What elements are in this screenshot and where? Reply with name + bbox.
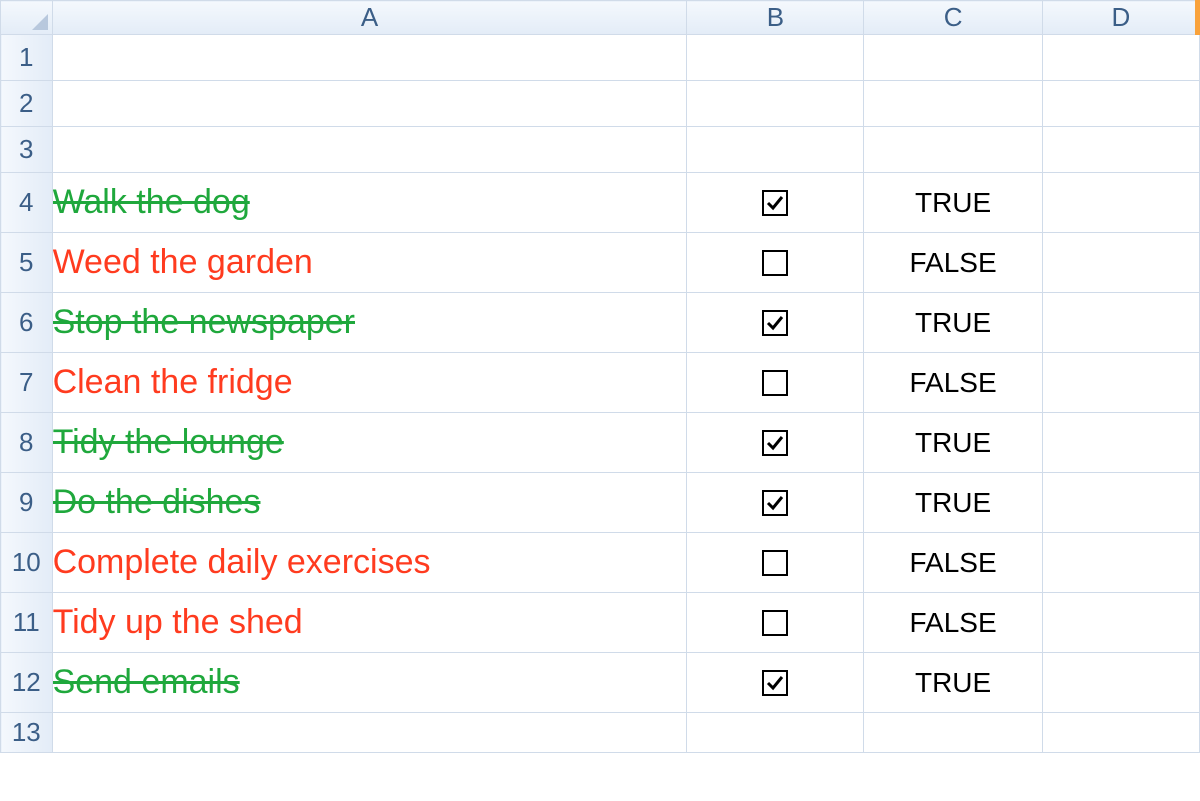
- row-header-2[interactable]: 2: [1, 81, 53, 127]
- select-all-corner[interactable]: [1, 1, 53, 35]
- cell-D5[interactable]: [1042, 233, 1199, 293]
- cell-B6[interactable]: [687, 293, 864, 353]
- cell-B3[interactable]: [687, 127, 864, 173]
- row-header-5[interactable]: 5: [1, 233, 53, 293]
- cell-C2[interactable]: [864, 81, 1042, 127]
- cell-C7[interactable]: FALSE: [864, 353, 1042, 413]
- row-header-9[interactable]: 9: [1, 473, 53, 533]
- cell-C4[interactable]: TRUE: [864, 173, 1042, 233]
- cell-D3[interactable]: [1042, 127, 1199, 173]
- cell-A10[interactable]: Complete daily exercises: [52, 533, 687, 593]
- linked-value: FALSE: [910, 367, 997, 398]
- cell-B1[interactable]: [687, 35, 864, 81]
- cell-A8[interactable]: Tidy the lounge: [52, 413, 687, 473]
- cell-C6[interactable]: TRUE: [864, 293, 1042, 353]
- linked-value: TRUE: [915, 667, 991, 698]
- cell-B5[interactable]: [687, 233, 864, 293]
- cell-C5[interactable]: FALSE: [864, 233, 1042, 293]
- cell-C10[interactable]: FALSE: [864, 533, 1042, 593]
- cell-B13[interactable]: [687, 713, 864, 753]
- col-header-C[interactable]: C: [864, 1, 1042, 35]
- cell-D10[interactable]: [1042, 533, 1199, 593]
- cell-B12[interactable]: [687, 653, 864, 713]
- row-header-10[interactable]: 10: [1, 533, 53, 593]
- col-header-B[interactable]: B: [687, 1, 864, 35]
- task-text: Do the dishes: [53, 483, 261, 521]
- cell-B7[interactable]: [687, 353, 864, 413]
- linked-value: TRUE: [915, 307, 991, 338]
- cell-D7[interactable]: [1042, 353, 1199, 413]
- cell-B11[interactable]: [687, 593, 864, 653]
- cell-C13[interactable]: [864, 713, 1042, 753]
- task-text: Stop the newspaper: [53, 303, 355, 341]
- row-header-4[interactable]: 4: [1, 173, 53, 233]
- task-checkbox[interactable]: [762, 430, 788, 456]
- linked-value: FALSE: [910, 607, 997, 638]
- cell-A4[interactable]: Walk the dog: [52, 173, 687, 233]
- task-text: Send emails: [53, 663, 240, 701]
- cell-A9[interactable]: Do the dishes: [52, 473, 687, 533]
- linked-value: TRUE: [915, 187, 991, 218]
- cell-B9[interactable]: [687, 473, 864, 533]
- spreadsheet-grid[interactable]: A B C D 1 2 3 4: [0, 0, 1200, 753]
- cell-A6[interactable]: Stop the newspaper: [52, 293, 687, 353]
- cell-D2[interactable]: [1042, 81, 1199, 127]
- cell-C1[interactable]: [864, 35, 1042, 81]
- cell-D9[interactable]: [1042, 473, 1199, 533]
- task-checkbox[interactable]: [762, 670, 788, 696]
- col-header-A[interactable]: A: [52, 1, 687, 35]
- task-text: Weed the garden: [53, 243, 313, 281]
- cell-D12[interactable]: [1042, 653, 1199, 713]
- task-text: Walk the dog: [53, 183, 250, 221]
- cell-B4[interactable]: [687, 173, 864, 233]
- cell-C11[interactable]: FALSE: [864, 593, 1042, 653]
- cell-A1[interactable]: [52, 35, 687, 81]
- task-text: Complete daily exercises: [53, 543, 431, 581]
- cell-D13[interactable]: [1042, 713, 1199, 753]
- row-header-11[interactable]: 11: [1, 593, 53, 653]
- task-checkbox[interactable]: [762, 310, 788, 336]
- column-edge-indicator: [1195, 0, 1200, 35]
- row-header-13[interactable]: 13: [1, 713, 53, 753]
- row-header-1[interactable]: 1: [1, 35, 53, 81]
- task-checkbox[interactable]: [762, 490, 788, 516]
- task-checkbox[interactable]: [762, 370, 788, 396]
- linked-value: FALSE: [910, 547, 997, 578]
- row-header-12[interactable]: 12: [1, 653, 53, 713]
- task-text: Tidy up the shed: [53, 603, 303, 641]
- cell-D1[interactable]: [1042, 35, 1199, 81]
- cell-D4[interactable]: [1042, 173, 1199, 233]
- row-header-8[interactable]: 8: [1, 413, 53, 473]
- cell-C12[interactable]: TRUE: [864, 653, 1042, 713]
- linked-value: TRUE: [915, 427, 991, 458]
- cell-C9[interactable]: TRUE: [864, 473, 1042, 533]
- linked-value: FALSE: [910, 247, 997, 278]
- cell-B2[interactable]: [687, 81, 864, 127]
- cell-B8[interactable]: [687, 413, 864, 473]
- cell-D8[interactable]: [1042, 413, 1199, 473]
- cell-A12[interactable]: Send emails: [52, 653, 687, 713]
- task-checkbox[interactable]: [762, 190, 788, 216]
- task-checkbox[interactable]: [762, 610, 788, 636]
- task-checkbox[interactable]: [762, 250, 788, 276]
- row-header-6[interactable]: 6: [1, 293, 53, 353]
- cell-D11[interactable]: [1042, 593, 1199, 653]
- task-text: Clean the fridge: [53, 363, 293, 401]
- cell-A7[interactable]: Clean the fridge: [52, 353, 687, 413]
- cell-A5[interactable]: Weed the garden: [52, 233, 687, 293]
- task-checkbox[interactable]: [762, 550, 788, 576]
- linked-value: TRUE: [915, 487, 991, 518]
- row-header-7[interactable]: 7: [1, 353, 53, 413]
- cell-A2[interactable]: [52, 81, 687, 127]
- cell-A11[interactable]: Tidy up the shed: [52, 593, 687, 653]
- col-header-D[interactable]: D: [1042, 1, 1199, 35]
- row-header-3[interactable]: 3: [1, 127, 53, 173]
- cell-A3[interactable]: [52, 127, 687, 173]
- cell-D6[interactable]: [1042, 293, 1199, 353]
- task-text: Tidy the lounge: [53, 423, 284, 461]
- cell-C8[interactable]: TRUE: [864, 413, 1042, 473]
- cell-A13[interactable]: [52, 713, 687, 753]
- cell-B10[interactable]: [687, 533, 864, 593]
- cell-C3[interactable]: [864, 127, 1042, 173]
